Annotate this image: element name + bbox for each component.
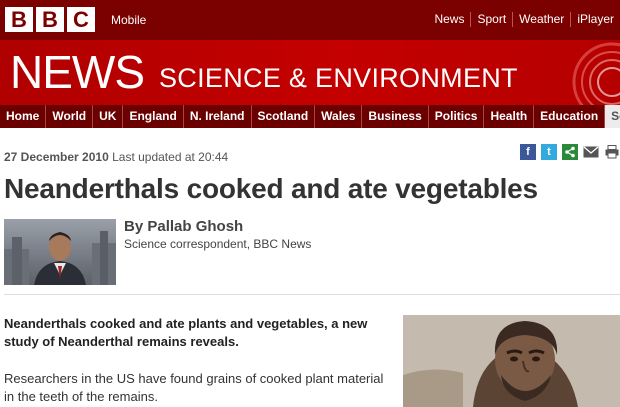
nav-item-uk[interactable]: UK bbox=[93, 105, 124, 128]
top-bar: B B C Mobile News Sport Weather iPlayer bbox=[0, 0, 620, 40]
twitter-icon[interactable]: t bbox=[541, 144, 557, 160]
bbc-logo-letter-b1: B bbox=[5, 7, 33, 32]
author-photo bbox=[4, 219, 116, 285]
bbc-logo[interactable]: B B C bbox=[5, 7, 95, 32]
facebook-icon[interactable]: f bbox=[520, 144, 536, 160]
top-links: News Sport Weather iPlayer bbox=[428, 12, 620, 27]
nav-item-world[interactable]: World bbox=[46, 105, 94, 128]
mobile-label[interactable]: Mobile bbox=[111, 13, 146, 27]
article-intro: Neanderthals cooked and ate plants and v… bbox=[4, 316, 368, 349]
article-paragraph: Researchers in the US have found grains … bbox=[4, 371, 384, 404]
nav-item-home[interactable]: Home bbox=[0, 105, 47, 128]
email-icon[interactable] bbox=[583, 144, 599, 160]
top-link-sport[interactable]: Sport bbox=[470, 12, 512, 27]
news-logo[interactable]: NEWS bbox=[10, 46, 145, 98]
nav-item-england[interactable]: England bbox=[123, 105, 184, 128]
author-role: Science correspondent, BBC News bbox=[124, 237, 312, 251]
masthead: NEWS SCIENCE & ENVIRONMENT bbox=[0, 40, 620, 105]
divider bbox=[4, 294, 620, 295]
last-updated: Last updated at 20:44 bbox=[112, 150, 229, 164]
bbc-logo-letter-b2: B bbox=[36, 7, 64, 32]
nav-item-wales[interactable]: Wales bbox=[315, 105, 363, 128]
top-link-news[interactable]: News bbox=[428, 12, 470, 27]
nav-item-scotland[interactable]: Scotland bbox=[252, 105, 316, 128]
author-name: By Pallab Ghosh bbox=[124, 218, 244, 235]
share-icon[interactable] bbox=[562, 144, 578, 160]
print-icon[interactable] bbox=[604, 144, 620, 160]
section-title[interactable]: SCIENCE & ENVIRONMENT bbox=[159, 62, 518, 94]
neanderthal-image bbox=[403, 315, 620, 407]
nav-item-health[interactable]: Health bbox=[484, 105, 535, 128]
top-link-weather[interactable]: Weather bbox=[512, 12, 570, 27]
article-date: 27 December 2010 bbox=[4, 150, 109, 164]
nav-item-education[interactable]: Education bbox=[534, 105, 606, 128]
share-tools: f t bbox=[520, 144, 620, 160]
bbc-logo-letter-c: C bbox=[67, 7, 95, 32]
dateline: 27 December 2010 Last updated at 20:44 bbox=[4, 150, 228, 164]
section-nav: Home World UK England N. Ireland Scotlan… bbox=[0, 105, 620, 128]
nav-item-politics[interactable]: Politics bbox=[429, 105, 485, 128]
nav-item-sci-env[interactable]: Sci/E bbox=[605, 105, 620, 128]
top-link-iplayer[interactable]: iPlayer bbox=[570, 12, 620, 27]
nav-item-n-ireland[interactable]: N. Ireland bbox=[184, 105, 252, 128]
nav-item-business[interactable]: Business bbox=[362, 105, 429, 128]
swirl-decoration-icon bbox=[572, 42, 620, 105]
article-headline: Neanderthals cooked and ate vegetables bbox=[4, 173, 538, 204]
